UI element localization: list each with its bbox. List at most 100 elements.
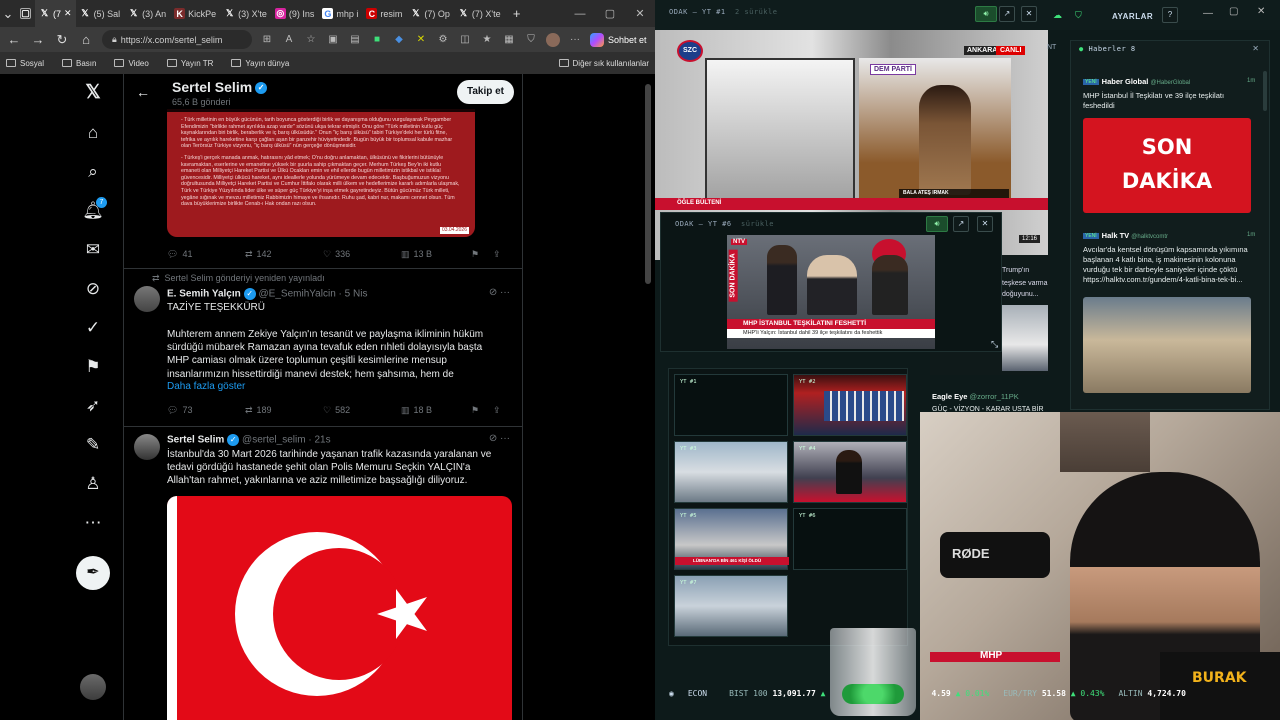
close-window-icon[interactable]: ✕	[1257, 6, 1265, 17]
reload-icon[interactable]: ↻	[54, 32, 70, 48]
close-window-icon[interactable]: ✕	[625, 7, 655, 20]
more-icon[interactable]: ⊘ ···	[489, 433, 510, 444]
views-button[interactable]: ▥ 13 B	[401, 247, 471, 261]
reply-button[interactable]: 💬︎ 41	[167, 247, 245, 261]
favorite-star-icon[interactable]: ☆	[304, 34, 318, 45]
tab-menu-icon[interactable]: ⌄	[0, 6, 16, 22]
stream-cell[interactable]: YT #4	[793, 441, 907, 503]
author-name[interactable]: Sertel Selim	[167, 435, 224, 446]
tab-x[interactable]: 𝕏 (5) Sal	[76, 0, 125, 27]
tab-actions[interactable]: ▢	[16, 0, 35, 27]
expand-icon[interactable]: ↗	[999, 6, 1015, 22]
post-button[interactable]: ✒	[76, 556, 110, 590]
grok-icon[interactable]: ⊘	[82, 278, 104, 300]
popup-video-panel[interactable]: ODAK — YT #6 sürükle 🔊︎ ↗ ✕ NTV SON DAKİ…	[660, 212, 1002, 352]
back-icon[interactable]: ←	[6, 32, 22, 47]
cloud-icon[interactable]: ☁	[1053, 10, 1062, 21]
extension-icon[interactable]: ◆	[392, 34, 406, 45]
stream-cell[interactable]: YT #1	[674, 374, 788, 436]
tab-instagram[interactable]: ◎ (9) Ins	[271, 0, 319, 27]
other-bookmarks[interactable]: Diğer sık kullanılanlar	[558, 59, 649, 68]
reply-button[interactable]: 💬︎ 73	[167, 403, 245, 417]
share-button[interactable]: ⇪	[493, 403, 501, 417]
stream-cell[interactable]: YT #6	[793, 508, 907, 570]
more-icon[interactable]: ···	[568, 34, 582, 45]
tab-x-active[interactable]: 𝕏 (7 ✕	[35, 0, 76, 27]
extension-icon[interactable]: ✕	[414, 34, 428, 45]
profile-icon[interactable]: ♙	[82, 473, 104, 495]
tab-resim[interactable]: Cresim	[362, 0, 406, 27]
search-icon[interactable]: ⌕	[82, 161, 104, 183]
expand-icon[interactable]: ↗	[953, 216, 969, 232]
follow-button[interactable]: Takip et	[456, 80, 514, 104]
bookmark-folder[interactable]: Video	[114, 59, 149, 68]
news-item[interactable]: YENİ Halk TV @halktvcomtr 1m Avcılar'da k…	[1079, 229, 1255, 397]
audio-button[interactable]: 🔊︎	[975, 6, 997, 22]
more-icon[interactable]: ⋯	[82, 512, 104, 534]
settings-label[interactable]: AYARLAR	[1112, 12, 1153, 21]
tab-x[interactable]: 𝕏 (3) X'te	[220, 0, 271, 27]
stream-cell[interactable]: YT #5 LÜBNAN'DA BİN 461 KİŞİ ÖLDÜ	[674, 508, 789, 570]
maximize-icon[interactable]: ▢	[1229, 6, 1238, 17]
extension-icon[interactable]: ▤	[348, 34, 362, 45]
scrollbar[interactable]	[1263, 71, 1267, 111]
scrollbar[interactable]	[645, 84, 651, 284]
split-icon[interactable]: ◫	[458, 34, 472, 45]
stream-cell[interactable]: YT #7	[674, 575, 788, 637]
minimize-icon[interactable]: —	[1203, 8, 1213, 19]
extension-icon[interactable]: ■	[370, 34, 384, 45]
read-aloud-icon[interactable]: A	[282, 34, 296, 45]
more-icon[interactable]: ⊘ ···	[489, 287, 510, 298]
bell-icon[interactable]: 🔔︎ 7	[82, 197, 107, 222]
new-tab-button[interactable]: +	[509, 6, 525, 21]
chat-button[interactable]: Sohbet et	[590, 32, 647, 47]
post-image[interactable]: - Türk milletinin en büyük gücünün, tari…	[167, 109, 475, 237]
repost-button[interactable]: ⇄ 142	[245, 247, 323, 261]
avatar[interactable]	[80, 674, 106, 700]
minimize-icon[interactable]: —	[565, 8, 595, 20]
views-button[interactable]: ▥ 18 B	[401, 403, 471, 417]
bookmark-folder[interactable]: Yayın dünya	[231, 59, 289, 68]
resize-icon[interactable]: ⤡	[991, 339, 998, 350]
shield-icon[interactable]: ⛉	[524, 34, 538, 45]
rocket-icon[interactable]: ➶	[82, 395, 104, 417]
author-handle[interactable]: @sertel_selim	[242, 435, 306, 446]
bookmark-folder[interactable]: Basın	[62, 59, 96, 68]
grid-icon[interactable]: ⊞	[260, 34, 274, 45]
audio-button[interactable]: 🔊︎	[926, 216, 948, 232]
tab-x[interactable]: 𝕏 (7) Op	[406, 0, 454, 27]
shield-icon[interactable]: ⛉	[1075, 10, 1082, 21]
home-icon[interactable]: ⌂	[82, 122, 104, 144]
bookmark-icon[interactable]: ⚑	[82, 356, 104, 378]
tab-x[interactable]: 𝕏 (3) An	[124, 0, 170, 27]
avatar[interactable]	[546, 32, 560, 47]
extension-icon[interactable]: ▣	[326, 34, 340, 45]
edit-icon[interactable]: ✎	[82, 434, 104, 456]
repost-button[interactable]: ⇄ 189	[245, 403, 323, 417]
bookmark-button[interactable]: ⚑	[471, 247, 493, 261]
avatar[interactable]	[134, 434, 160, 460]
show-more-link[interactable]: Daha fazla göster	[167, 381, 245, 392]
author-name[interactable]: E. Semih Yalçın	[167, 289, 241, 300]
tab-google[interactable]: Gmhp i	[318, 0, 362, 27]
avatar[interactable]	[134, 286, 160, 312]
home-icon[interactable]: ⌂	[78, 32, 94, 47]
tab-kick[interactable]: K KickPe	[170, 0, 220, 27]
like-button[interactable]: ♡ 582	[323, 403, 401, 417]
maximize-icon[interactable]: ▢	[595, 7, 625, 20]
share-button[interactable]: ⇪	[493, 247, 501, 261]
forward-icon[interactable]: →	[30, 32, 46, 47]
messages-icon[interactable]: ✉	[82, 239, 104, 261]
verified-icon[interactable]: ✓	[82, 317, 104, 339]
close-icon[interactable]: ✕	[64, 8, 72, 19]
stream-cell[interactable]: YT #3	[674, 441, 788, 503]
mid-news-item[interactable]: Eagle Eye @zorror_11PK GÜÇ - VİZYON - KA…	[930, 392, 1050, 413]
stream-cell[interactable]: YT #2	[793, 374, 907, 436]
url-field[interactable]: 🔒︎ https://x.com/sertel_selim	[102, 30, 252, 49]
author-handle[interactable]: @E_SemihYalcin	[259, 289, 336, 300]
bookmark-folder[interactable]: Sosyal	[6, 59, 44, 68]
bookmark-button[interactable]: ⚑	[471, 403, 493, 417]
close-icon[interactable]: ✕	[1021, 6, 1037, 22]
tweet-time[interactable]: · 5 Nis	[339, 289, 368, 300]
extension-icon[interactable]: ⚙	[436, 34, 450, 45]
